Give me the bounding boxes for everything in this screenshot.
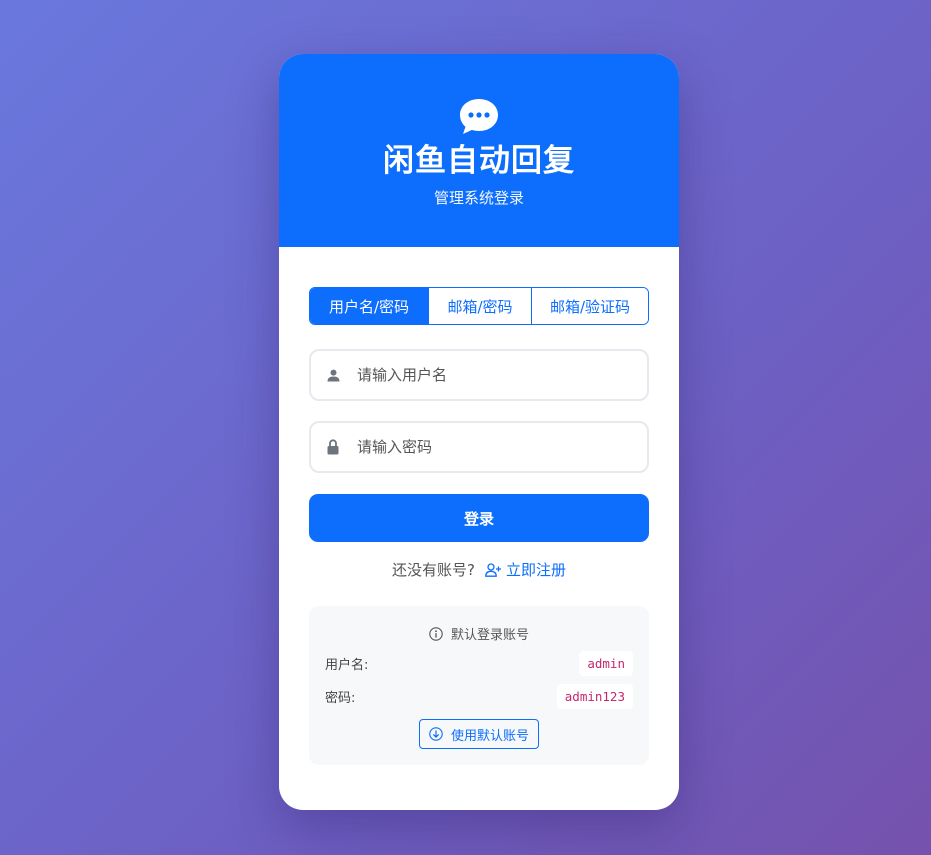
default-password-label: 密码: xyxy=(325,691,356,706)
default-account-title-label: 默认登录账号 xyxy=(450,628,529,643)
default-password-row: 密码: admin123 xyxy=(325,684,633,709)
default-account-panel: 默认登录账号 用户名: admin 密码: admin123 使用默认账号 xyxy=(309,606,649,765)
login-button[interactable]: 登录 xyxy=(309,494,649,542)
password-input[interactable] xyxy=(357,438,647,456)
page-subtitle: 管理系统登录 xyxy=(433,189,524,207)
register-row: 还没有账号? 立即注册 xyxy=(309,559,649,580)
default-username-label: 用户名: xyxy=(325,658,369,673)
arrow-down-circle-icon xyxy=(429,727,443,741)
register-prompt: 还没有账号? xyxy=(392,561,475,579)
use-default-wrap: 使用默认账号 xyxy=(325,719,633,749)
card-header: 闲鱼自动回复 管理系统登录 xyxy=(279,54,679,247)
password-field xyxy=(309,421,649,473)
username-input[interactable] xyxy=(357,366,647,384)
register-link-label: 立即注册 xyxy=(505,561,566,579)
lock-icon xyxy=(327,439,341,455)
card-body: 用户名/密码 邮箱/密码 邮箱/验证码 登录 xyxy=(279,247,679,765)
default-username-value: admin xyxy=(579,651,633,676)
username-field xyxy=(309,349,649,401)
tab-email-password[interactable]: 邮箱/密码 xyxy=(428,288,531,324)
login-card: 闲鱼自动回复 管理系统登录 用户名/密码 邮箱/密码 邮箱/验证码 请输入用户名… xyxy=(279,54,679,810)
register-link[interactable]: 立即注册 xyxy=(485,559,566,580)
info-circle-icon xyxy=(429,626,443,641)
chat-dots-icon xyxy=(460,99,498,134)
use-default-account-button[interactable]: 使用默认账号 xyxy=(418,719,539,749)
person-plus-icon xyxy=(485,562,501,577)
tab-username-password[interactable]: 用户名/密码 xyxy=(310,288,428,324)
use-default-account-label: 使用默认账号 xyxy=(450,728,529,744)
default-username-row: 用户名: admin xyxy=(325,651,633,676)
login-method-tabs: 用户名/密码 邮箱/密码 邮箱/验证码 xyxy=(309,287,649,325)
tab-email-code[interactable]: 邮箱/验证码 xyxy=(531,288,648,324)
default-account-title: 默认登录账号 xyxy=(325,624,633,643)
page-title: 闲鱼自动回复 xyxy=(383,143,575,179)
default-password-value: admin123 xyxy=(556,684,633,709)
person-icon xyxy=(327,367,341,383)
